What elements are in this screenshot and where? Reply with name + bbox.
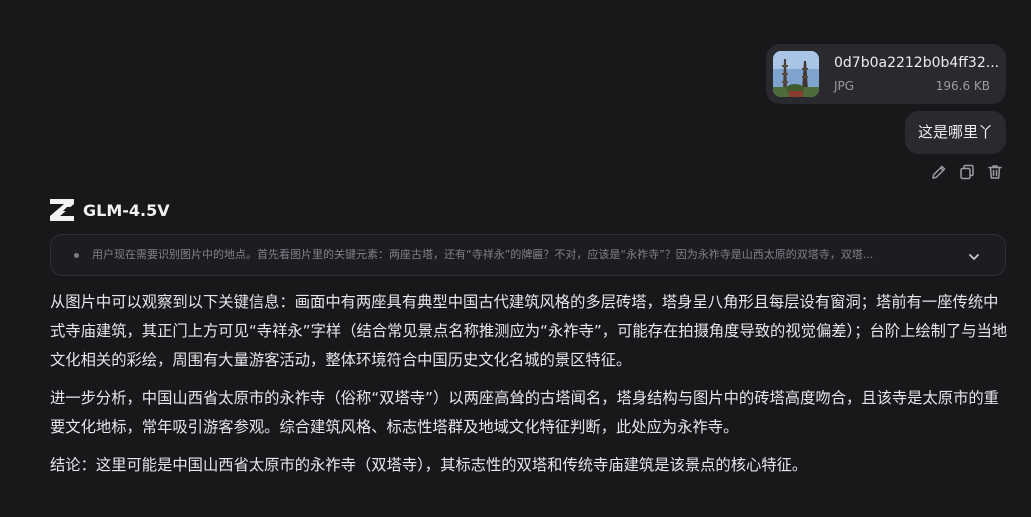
thinking-panel[interactable]: 用户现在需要识别图片中的地点。首先看图片里的关键元素：两座古塔，还有“寺祥永”的…: [50, 234, 1006, 276]
attachment-file-size: 196.6 KB: [935, 79, 990, 93]
edit-icon[interactable]: [930, 163, 948, 181]
zhipu-logo-icon: [50, 199, 74, 221]
message-actions: [930, 163, 1004, 181]
thinking-preview-text: 用户现在需要识别图片中的地点。首先看图片里的关键元素：两座古塔，还有“寺祥永”的…: [92, 248, 874, 261]
model-header: GLM-4.5V: [50, 199, 170, 221]
attachment-card[interactable]: 0d7b0a2212b0b4ff32... JPG 196.6 KB: [766, 44, 1006, 104]
chat-page: 0d7b0a2212b0b4ff32... JPG 196.6 KB 这是哪里丫: [0, 0, 1031, 517]
image-thumbnail[interactable]: [773, 51, 819, 97]
attachment-file-name: 0d7b0a2212b0b4ff32...: [834, 55, 998, 71]
bullet-dot: [74, 253, 79, 258]
answer-paragraph: 进一步分析，中国山西省太原市的永祚寺（俗称“双塔寺”）以两座高耸的古塔闻名，塔身…: [50, 389, 999, 436]
assistant-answer: 从图片中可以观察到以下关键信息：画面中有两座具有典型中国古代建筑风格的多层砖塔，…: [50, 288, 1008, 489]
copy-icon[interactable]: [958, 163, 976, 181]
delete-icon[interactable]: [986, 163, 1004, 181]
answer-paragraph: 结论：这里可能是中国山西省太原市的永祚寺（双塔寺），其标志性的双塔和传统寺庙建筑…: [50, 456, 808, 474]
chevron-down-icon[interactable]: [967, 249, 981, 263]
user-message-bubble: 这是哪里丫: [904, 111, 1006, 154]
attachment-file-type: JPG: [834, 79, 855, 93]
model-name: GLM-4.5V: [83, 200, 170, 220]
answer-paragraph: 从图片中可以观察到以下关键信息：画面中有两座具有典型中国古代建筑风格的多层砖塔，…: [50, 293, 1008, 369]
